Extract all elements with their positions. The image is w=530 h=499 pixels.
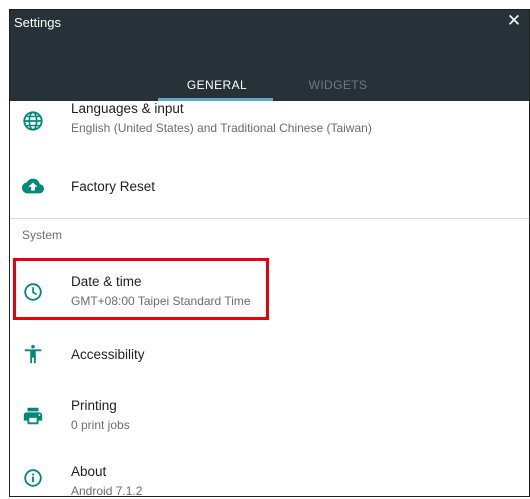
- section-header-system: System: [22, 228, 63, 242]
- close-icon[interactable]: ✕: [505, 12, 523, 30]
- info-icon: [22, 467, 44, 489]
- list-item-title: Factory Reset: [71, 179, 156, 194]
- list-item-accessibility[interactable]: Accessibility: [10, 325, 529, 381]
- list-item-printing[interactable]: Printing 0 print jobs: [10, 385, 529, 443]
- list-item-subtitle: English (United States) and Traditional …: [71, 121, 372, 135]
- globe-icon: [22, 110, 44, 132]
- tab-widgets[interactable]: WIDGETS: [283, 78, 393, 99]
- list-item-languages[interactable]: Languages & input English (United States…: [10, 101, 529, 155]
- list-item-title: Printing: [71, 398, 117, 413]
- list-item-title: About: [71, 464, 107, 479]
- section-divider: [10, 218, 529, 219]
- printer-icon: [22, 405, 44, 427]
- cloud-upload-icon: [22, 175, 44, 197]
- list-item-title: Languages & input: [71, 101, 184, 116]
- tab-general[interactable]: GENERAL: [162, 78, 272, 99]
- settings-window: Settings ✕ GENERAL WIDGETS Languages & i…: [9, 9, 530, 497]
- list-item-subtitle: Android 7.1.2: [71, 484, 143, 496]
- accessibility-icon: [22, 343, 44, 365]
- settings-list[interactable]: Languages & input English (United States…: [10, 101, 529, 496]
- list-item-title: Accessibility: [71, 347, 145, 362]
- highlight-box: [13, 258, 269, 320]
- app-bar: Settings ✕ GENERAL WIDGETS: [10, 10, 529, 101]
- window-title: Settings: [14, 15, 61, 30]
- list-item-factory-reset[interactable]: Factory Reset: [10, 156, 529, 216]
- list-item-subtitle: 0 print jobs: [71, 418, 130, 432]
- list-item-about[interactable]: About Android 7.1.2: [10, 449, 529, 496]
